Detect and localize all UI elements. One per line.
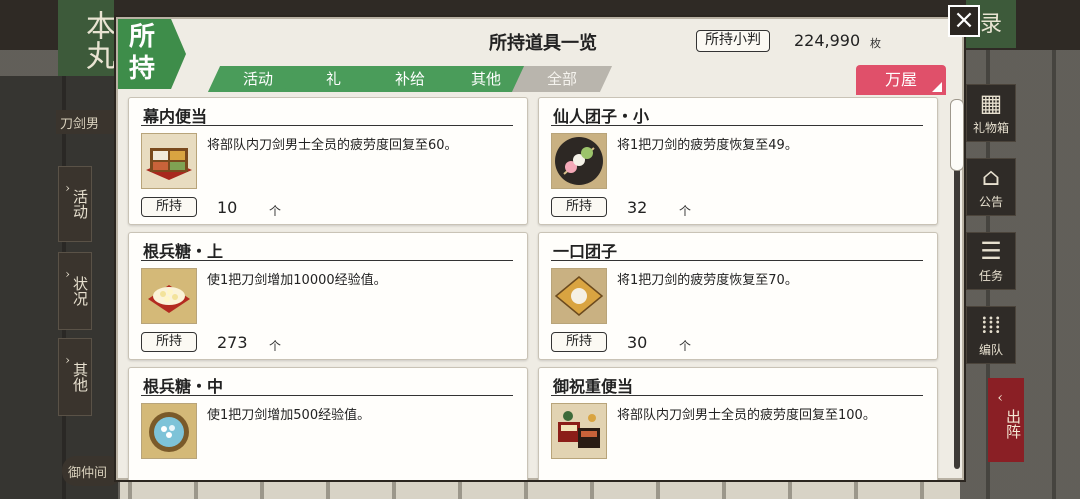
divider: [551, 125, 923, 126]
item-name: 幕内便当: [143, 107, 208, 126]
divider: [141, 395, 513, 396]
owned-badge-text: 所持: [128, 22, 155, 84]
item-description: 使1把刀剑增加500经验值。: [207, 408, 371, 423]
count-unit: 个: [269, 339, 282, 353]
formation-button[interactable]: ⁞⁞⁞ 编队: [966, 306, 1016, 364]
notice-button[interactable]: ⌂ 公告: [966, 158, 1016, 216]
item-card[interactable]: 幕内便当 将部队内刀剑男士全员的疲劳度回复至60。 所持 10 个: [128, 97, 528, 225]
chevron-left-icon: ‹: [997, 390, 1003, 406]
right-button-label: 公告: [978, 195, 1003, 209]
count-unit: 个: [679, 339, 692, 353]
owned-count: 273: [217, 333, 248, 352]
item-card[interactable]: 根兵糖・中 使1把刀剑增加500经验值。: [128, 367, 528, 480]
formation-icon: ⁞⁞⁞: [980, 311, 1001, 339]
sortie-button[interactable]: 出阵 ‹: [988, 378, 1024, 462]
right-button-label: 任务: [978, 269, 1003, 283]
side-button-event[interactable]: 活动 ›: [58, 166, 92, 242]
item-name: 仙人团子・小: [553, 107, 650, 126]
owned-label: 所持: [551, 332, 607, 352]
gift-icon: ▦: [979, 89, 1003, 117]
sortie-label: 出阵: [1004, 409, 1022, 439]
owned-label: 所持: [141, 332, 197, 352]
konpeito-bowl-icon: [141, 403, 197, 459]
checklist-icon: ☰: [980, 237, 1002, 265]
divider: [551, 395, 923, 396]
item-card[interactable]: 一口团子 将1把刀剑的疲劳度恢复至70。 所持 30 个: [538, 232, 938, 360]
celebration-bento-icon: [551, 403, 607, 459]
touken-danshi-label: 刀剑男: [56, 110, 120, 134]
item-list[interactable]: 幕内便当 将部队内刀剑男士全员的疲劳度回复至60。 所持 10 个 仙人团子・小…: [124, 97, 940, 480]
tab-label: 礼: [326, 70, 342, 88]
side-button-label: 其他: [71, 362, 89, 392]
side-button-label: 活动: [71, 189, 89, 219]
bento-box-icon: [141, 133, 197, 189]
item-name: 一口团子: [553, 242, 618, 261]
house-icon: ⌂: [981, 163, 1001, 191]
item-name: 根兵糖・中: [143, 377, 224, 396]
divider: [141, 260, 513, 261]
item-card[interactable]: 仙人团子・小 将1把刀剑的疲劳度恢复至49。 所持 32 个: [538, 97, 938, 225]
item-card[interactable]: 御祝重便当 将部队内刀剑男士全员的疲劳度回复至100。: [538, 367, 938, 480]
scrollbar-thumb[interactable]: [950, 99, 964, 171]
right-button-label: 礼物箱: [972, 121, 1009, 135]
tab-label: 补给: [394, 70, 425, 88]
koban-label: 所持小判: [696, 30, 770, 52]
koban-unit: 枚: [870, 37, 881, 50]
modal-title: 所持道具一览: [489, 33, 597, 54]
shop-button[interactable]: 万屋: [856, 65, 946, 95]
side-button-other[interactable]: 其他 ›: [58, 338, 92, 416]
tab-all[interactable]: 全部: [511, 66, 613, 92]
right-button-label: 编队: [978, 343, 1003, 357]
item-card[interactable]: 根兵糖・上 使1把刀剑增加10000经验值。 所持 273 个: [128, 232, 528, 360]
owned-count: 10: [217, 198, 238, 217]
owned-badge: 所持: [118, 19, 186, 89]
owned-label: 所持: [551, 197, 607, 217]
count-unit: 个: [269, 204, 282, 218]
chevron-right-icon: ›: [65, 267, 70, 281]
item-description: 将部队内刀剑男士全员的疲劳度回复至60。: [207, 138, 458, 153]
gift-box-button[interactable]: ▦ 礼物箱: [966, 84, 1016, 142]
konpeito-plate-icon: [141, 268, 197, 324]
close-button[interactable]: ×: [948, 5, 980, 37]
divider: [551, 260, 923, 261]
koban-value: 224,990: [794, 31, 861, 50]
tab-label: 全部: [546, 70, 577, 88]
companion-button[interactable]: 御仲间: [62, 456, 122, 486]
tab-label: 活动: [242, 70, 273, 88]
side-button-status[interactable]: 状况 ›: [58, 252, 92, 330]
tab-label: 其他: [470, 70, 501, 88]
side-button-label: 状况: [71, 276, 89, 306]
dango-skewer-icon: [551, 133, 607, 189]
item-name: 根兵糖・上: [143, 242, 224, 261]
dango-plate-icon: [551, 268, 607, 324]
honmaru-banner: 本丸: [58, 0, 115, 76]
item-description: 将1把刀剑的疲劳度恢复至70。: [617, 273, 798, 288]
divider: [141, 125, 513, 126]
count-unit: 个: [679, 204, 692, 218]
chevron-right-icon: ›: [65, 181, 70, 195]
owned-label: 所持: [141, 197, 197, 217]
item-list-modal: 所持 所持道具一览 所持小判 224,990 枚 活动 礼 补给 其他 全部 万…: [116, 17, 964, 480]
owned-count: 32: [627, 198, 648, 217]
item-name: 御祝重便当: [553, 377, 634, 396]
chevron-right-icon: ›: [65, 353, 70, 367]
item-description: 将1把刀剑的疲劳度恢复至49。: [617, 138, 798, 153]
item-description: 将部队内刀剑男士全员的疲劳度回复至100。: [617, 408, 876, 423]
quest-button[interactable]: ☰ 任务: [966, 232, 1016, 290]
item-description: 使1把刀剑增加10000经验值。: [207, 273, 387, 288]
close-icon: ×: [953, 5, 975, 35]
owned-count: 30: [627, 333, 648, 352]
